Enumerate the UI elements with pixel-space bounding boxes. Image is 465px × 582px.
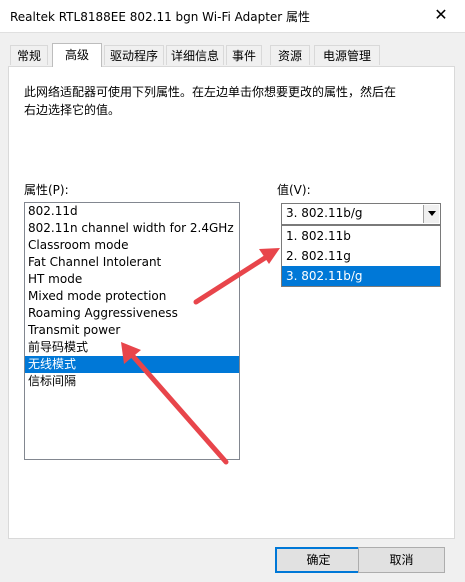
property-item[interactable]: Classroom mode [25,237,239,254]
tab-events[interactable]: 事件 [226,45,262,65]
property-item-selected[interactable]: 无线模式 [25,356,239,373]
value-dropdown-list: 1. 802.11b 2. 802.11g 3. 802.11b/g [281,225,441,287]
tab-resources[interactable]: 资源 [270,45,310,65]
property-item[interactable]: 802.11d [25,203,239,220]
advanced-panel: 此网络适配器可使用下列属性。在左边单击你想要更改的属性，然后在右边选择它的值。 … [8,66,455,539]
property-item[interactable]: HT mode [25,271,239,288]
property-item[interactable]: 802.11n channel width for 2.4GHz [25,220,239,237]
close-icon[interactable]: ✕ [431,5,451,25]
property-item[interactable]: Roaming Aggressiveness [25,305,239,322]
property-label: 属性(P): [24,183,69,197]
chevron-down-icon [428,211,436,216]
dialog-client: 常规 高级 驱动程序 详细信息 事件 资源 电源管理 此网络适配器可使用下列属性… [0,32,465,582]
tab-advanced[interactable]: 高级 [52,43,102,67]
window-title: Realtek RTL8188EE 802.11 bgn Wi-Fi Adapt… [10,10,311,24]
property-item[interactable]: 信标间隔 [25,373,239,390]
cancel-button[interactable]: 取消 [358,547,445,573]
ok-button[interactable]: 确定 [275,547,362,573]
value-combobox-text: 3. 802.11b/g [286,206,363,220]
value-label: 值(V): [277,183,311,197]
tab-driver[interactable]: 驱动程序 [104,45,164,65]
value-option-selected[interactable]: 3. 802.11b/g [282,266,440,286]
property-item[interactable]: Transmit power [25,322,239,339]
property-item[interactable]: Mixed mode protection [25,288,239,305]
tab-general[interactable]: 常规 [10,45,48,65]
value-combobox[interactable]: 3. 802.11b/g [281,203,441,225]
property-listbox[interactable]: 802.11d 802.11n channel width for 2.4GHz… [24,202,240,460]
panel-description: 此网络适配器可使用下列属性。在左边单击你想要更改的属性，然后在右边选择它的值。 [24,85,397,117]
dropdown-button[interactable] [423,205,439,223]
value-option[interactable]: 2. 802.11g [282,246,440,266]
property-item[interactable]: 前导码模式 [25,339,239,356]
title-bar: Realtek RTL8188EE 802.11 bgn Wi-Fi Adapt… [0,0,465,32]
value-option[interactable]: 1. 802.11b [282,226,440,246]
tab-power-management[interactable]: 电源管理 [314,45,380,65]
tab-details[interactable]: 详细信息 [166,45,224,65]
property-item[interactable]: Fat Channel Intolerant [25,254,239,271]
